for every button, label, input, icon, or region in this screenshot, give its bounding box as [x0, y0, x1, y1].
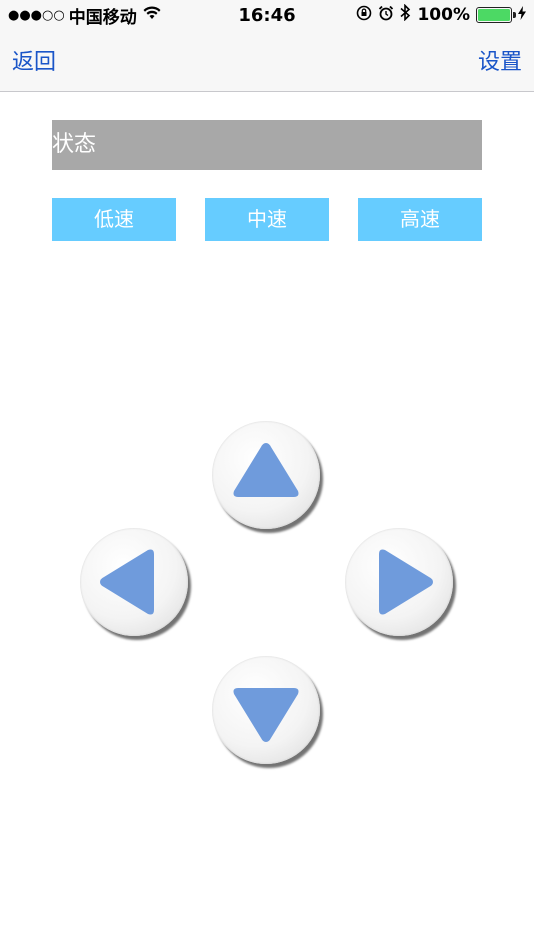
arrow-down-icon — [233, 688, 299, 742]
high-speed-button[interactable]: 高速 — [358, 198, 482, 241]
arrow-right-icon — [379, 549, 433, 615]
battery-tip — [513, 12, 516, 18]
back-button[interactable]: 返回 — [12, 44, 56, 76]
move-right-button[interactable] — [345, 528, 453, 636]
navigation-bar: 返回 设置 — [0, 30, 534, 92]
medium-speed-button[interactable]: 中速 — [205, 198, 329, 241]
rotation-lock-icon — [356, 5, 372, 26]
charging-icon — [518, 5, 526, 25]
battery-icon — [476, 7, 516, 23]
settings-button[interactable]: 设置 — [478, 44, 522, 76]
carrier-name: 中国移动 — [68, 7, 137, 28]
battery-fill — [478, 9, 510, 21]
move-left-button[interactable] — [80, 528, 188, 636]
status-bar-right: 100% — [356, 0, 526, 30]
alarm-icon — [378, 5, 394, 26]
wifi-icon — [143, 5, 161, 25]
status-display: 状态 — [52, 120, 482, 170]
move-up-button[interactable] — [212, 421, 320, 529]
battery-percent: 100% — [417, 5, 470, 25]
arrow-left-icon — [100, 549, 154, 615]
status-bar-left: ●●●○○ 中国移动 — [8, 0, 161, 30]
signal-strength-icon: ●●●○○ — [8, 7, 65, 23]
low-speed-button[interactable]: 低速 — [52, 198, 176, 241]
arrow-up-icon — [233, 443, 299, 497]
move-down-button[interactable] — [212, 656, 320, 764]
status-bar: ●●●○○ 中国移动 16:46 100% — [0, 0, 534, 30]
bluetooth-icon — [400, 3, 411, 26]
